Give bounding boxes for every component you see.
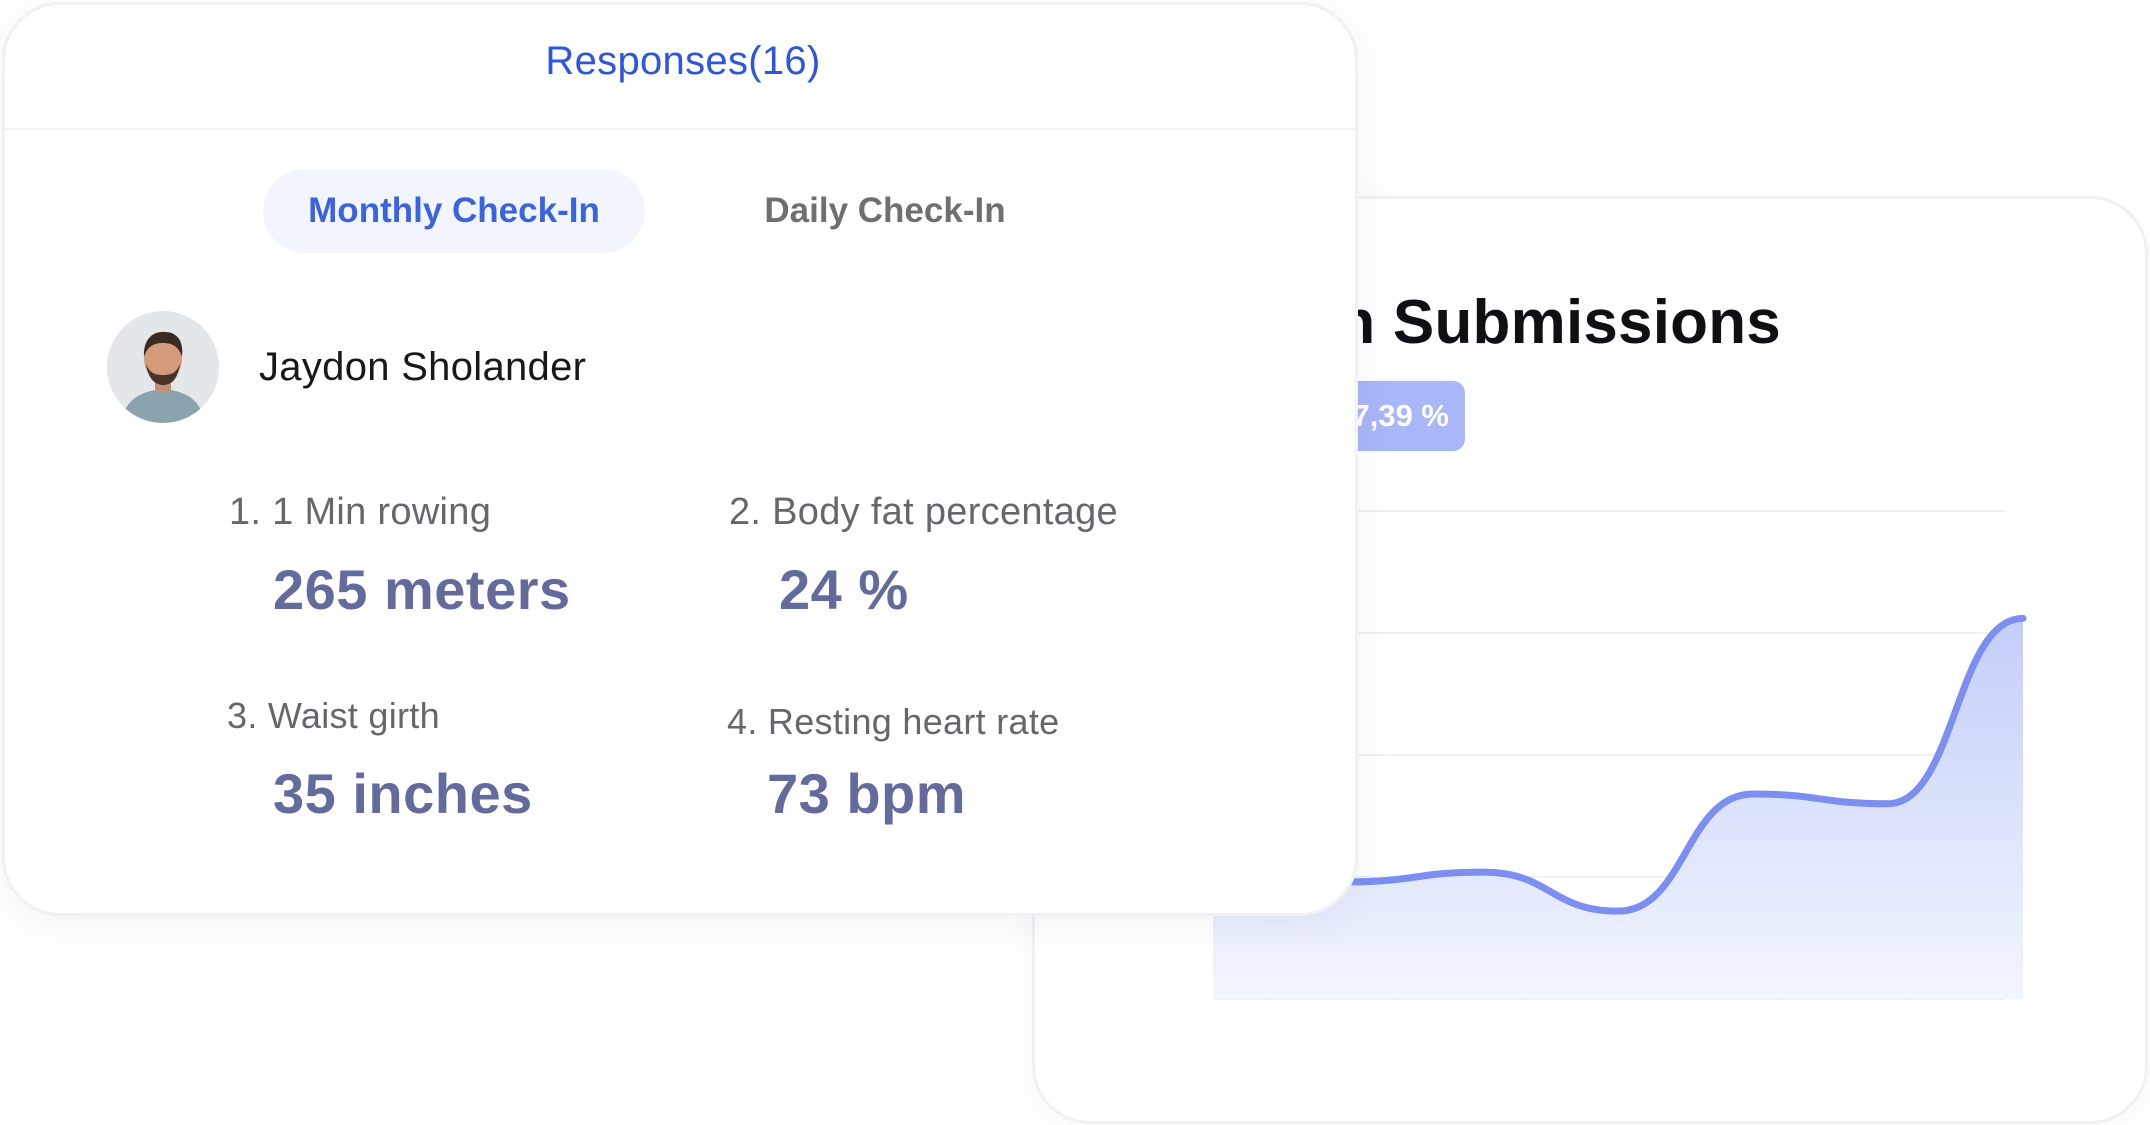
answer-value: 73 bpm: [767, 762, 967, 825]
question-label: 3. Waist girth: [227, 695, 440, 736]
answer-value: 35 inches: [273, 762, 533, 825]
question-label: 4. Resting heart rate: [727, 701, 1060, 742]
user-name: Jaydon Sholander: [259, 345, 587, 389]
answer-value: 265 meters: [273, 558, 571, 621]
tab-monthly-check-in[interactable]: Monthly Check-In: [263, 169, 645, 253]
question-label: 1. 1 Min rowing: [229, 491, 492, 533]
header-divider: [5, 128, 1355, 130]
card-title: Responses(16): [545, 39, 821, 83]
question-label: 2. Body fat percentage: [729, 491, 1118, 533]
answer-value: 24 %: [779, 558, 909, 621]
user-portrait-icon: [107, 311, 219, 423]
avatar: [107, 311, 219, 423]
responses-card: Responses(16) Monthly Check-In Daily Che…: [2, 2, 1358, 916]
tab-daily-check-in[interactable]: Daily Check-In: [685, 169, 1085, 253]
